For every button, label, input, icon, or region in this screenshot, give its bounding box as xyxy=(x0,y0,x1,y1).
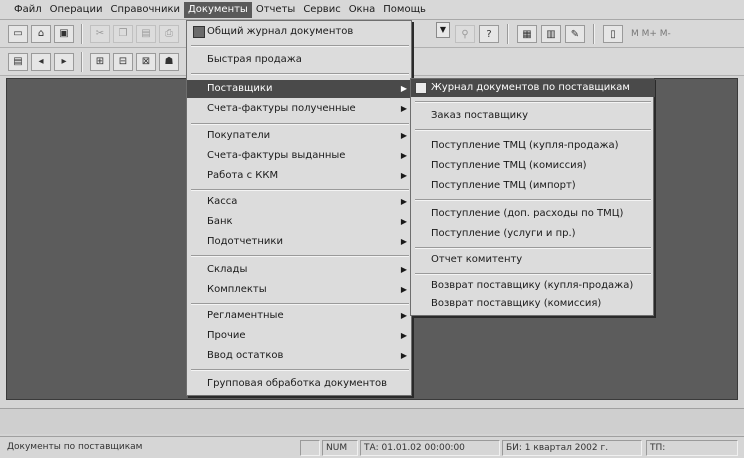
menu-item-warehouses[interactable]: Склады ▶ xyxy=(187,261,413,279)
calculator-memory-buttons[interactable]: M M+ M- xyxy=(631,29,671,39)
submenu-item-receipt-commission[interactable]: Поступление ТМЦ (комиссия) xyxy=(411,157,655,175)
paste-icon[interactable]: ▤ xyxy=(136,24,156,43)
menu-item-kkm[interactable]: Работа с ККМ ▶ xyxy=(187,167,413,185)
menu-operations[interactable]: Операции xyxy=(46,2,107,18)
chevron-right-icon: ▶ xyxy=(400,84,407,93)
chevron-right-icon: ▶ xyxy=(400,311,407,320)
menu-help[interactable]: Помощь xyxy=(379,2,430,18)
suppliers-submenu: Журнал документов по поставщикам Заказ п… xyxy=(410,78,655,316)
menu-item-bank[interactable]: Банк ▶ xyxy=(187,213,413,231)
chat-icon[interactable]: ✎ xyxy=(565,25,585,43)
submenu-item-receipt-services[interactable]: Поступление (услуги и пр.) xyxy=(411,225,655,243)
journal-icon xyxy=(193,26,205,38)
menu-separator xyxy=(415,247,651,249)
chevron-right-icon: ▶ xyxy=(400,151,407,160)
journal-icon[interactable]: ▤ xyxy=(8,52,28,71)
menu-item-other[interactable]: Прочие ▶ xyxy=(187,327,413,345)
menu-separator xyxy=(415,129,651,131)
menu-item-kits[interactable]: Комплекты ▶ xyxy=(187,281,413,299)
chevron-right-icon: ▶ xyxy=(400,331,407,340)
window-tabs-strip xyxy=(0,408,744,434)
chevron-right-icon: ▶ xyxy=(400,217,407,226)
status-empty-cell xyxy=(300,440,320,456)
submenu-item-return-purchase[interactable]: Возврат поставщику (купля-продажа) xyxy=(411,277,655,295)
cut-icon[interactable]: ✂ xyxy=(90,24,110,43)
toolbar-separator xyxy=(81,23,83,44)
chevron-right-icon: ▶ xyxy=(400,265,407,274)
find-icon[interactable]: ⚲ xyxy=(455,25,475,43)
status-num: NUM xyxy=(322,440,358,456)
menu-item-invoices-received[interactable]: Счета-фактуры полученные ▶ xyxy=(187,100,413,118)
menu-item-cash[interactable]: Касса ▶ xyxy=(187,193,413,211)
submenu-item-consignor-report[interactable]: Отчет комитенту xyxy=(411,251,655,269)
toolbar-separator xyxy=(81,51,83,72)
book-icon[interactable]: ▯ xyxy=(603,25,623,43)
menu-windows[interactable]: Окна xyxy=(345,2,380,18)
menu-separator xyxy=(415,273,651,275)
print-icon[interactable]: ⎙ xyxy=(159,24,179,43)
combo-dropdown-arrow-icon[interactable]: ▼ xyxy=(436,22,450,38)
help-icon[interactable]: ? xyxy=(479,25,499,43)
menu-separator xyxy=(191,369,409,371)
menu-item-suppliers[interactable]: Поставщики ▶ xyxy=(187,80,413,98)
menu-item-group-processing[interactable]: Групповая обработка документов xyxy=(187,375,413,393)
toolbar-separator xyxy=(507,24,509,44)
menu-separator xyxy=(191,45,409,47)
menu-separator xyxy=(191,123,409,125)
new-icon[interactable]: ▭ xyxy=(8,24,28,43)
submenu-item-receipt-import[interactable]: Поступление ТМЦ (импорт) xyxy=(411,177,655,195)
chevron-right-icon: ▶ xyxy=(400,197,407,206)
menu-item-general-journal[interactable]: Общий журнал документов xyxy=(187,23,413,41)
menu-references[interactable]: Справочники xyxy=(106,2,184,18)
menu-bar: Файл Операции Справочники Документы Отче… xyxy=(0,0,744,20)
calendar-icon[interactable]: ▥ xyxy=(541,25,561,43)
chevron-right-icon: ▶ xyxy=(400,237,407,246)
status-ta: ТА: 01.01.02 00:00:00 xyxy=(360,440,500,456)
forward-icon[interactable]: ▸ xyxy=(54,52,74,71)
menu-item-invoices-issued[interactable]: Счета-фактуры выданные ▶ xyxy=(187,147,413,165)
menu-item-buyers[interactable]: Покупатели ▶ xyxy=(187,127,413,145)
copy-icon[interactable]: ❐ xyxy=(113,24,133,43)
menu-separator xyxy=(191,255,409,257)
status-bi: БИ: 1 квартал 2002 г. xyxy=(502,440,642,456)
status-tp: ТП: xyxy=(646,440,738,456)
submenu-item-suppliers-journal[interactable]: Журнал документов по поставщикам xyxy=(411,79,655,97)
chevron-right-icon: ▶ xyxy=(400,285,407,294)
back-icon[interactable]: ◂ xyxy=(31,52,51,71)
menu-separator xyxy=(191,73,409,75)
menu-separator xyxy=(415,101,651,103)
menu-separator xyxy=(191,303,409,305)
status-message: Документы по поставщикам xyxy=(7,442,143,452)
submenu-item-supplier-order[interactable]: Заказ поставщику xyxy=(411,107,655,125)
menu-item-accountable[interactable]: Подотчетники ▶ xyxy=(187,233,413,251)
doc1-icon[interactable]: ⊞ xyxy=(90,52,110,71)
menu-reports[interactable]: Отчеты xyxy=(252,2,299,18)
chevron-right-icon: ▶ xyxy=(400,351,407,360)
documents-menu: Общий журнал документов Быстрая продажа … xyxy=(186,20,413,396)
chevron-right-icon: ▶ xyxy=(400,171,407,180)
submenu-item-receipt-extra-costs[interactable]: Поступление (доп. расходы по ТМЦ) xyxy=(411,205,655,223)
menu-separator xyxy=(191,189,409,191)
save-icon[interactable]: ▣ xyxy=(54,24,74,43)
menu-separator xyxy=(415,199,651,201)
menu-documents[interactable]: Документы xyxy=(183,1,252,18)
menu-item-regulatory[interactable]: Регламентные ▶ xyxy=(187,307,413,325)
toolbar1-right-group: ⚲ ? ▦ ▥ ✎ ▯ M M+ M- xyxy=(455,24,671,44)
doc3-icon[interactable]: ⊠ xyxy=(136,52,156,71)
submenu-item-receipt-purchase[interactable]: Поступление ТМЦ (купля-продажа) xyxy=(411,137,655,155)
doc2-icon[interactable]: ⊟ xyxy=(113,52,133,71)
menu-item-quick-sale[interactable]: Быстрая продажа xyxy=(187,51,413,69)
status-bar: Документы по поставщикам NUM ТА: 01.01.0… xyxy=(0,436,744,458)
journal-icon xyxy=(415,82,427,94)
window-icon[interactable]: ▦ xyxy=(517,25,537,43)
submenu-item-return-commission[interactable]: Возврат поставщику (комиссия) xyxy=(411,295,655,313)
people-icon[interactable]: ☗ xyxy=(159,52,179,71)
chevron-right-icon: ▶ xyxy=(400,131,407,140)
menu-item-opening-balances[interactable]: Ввод остатков ▶ xyxy=(187,347,413,365)
open-icon[interactable]: ⌂ xyxy=(31,24,51,43)
menu-service[interactable]: Сервис xyxy=(299,2,344,18)
toolbar-separator xyxy=(593,24,595,44)
chevron-right-icon: ▶ xyxy=(400,104,407,113)
menu-file[interactable]: Файл xyxy=(10,2,46,18)
